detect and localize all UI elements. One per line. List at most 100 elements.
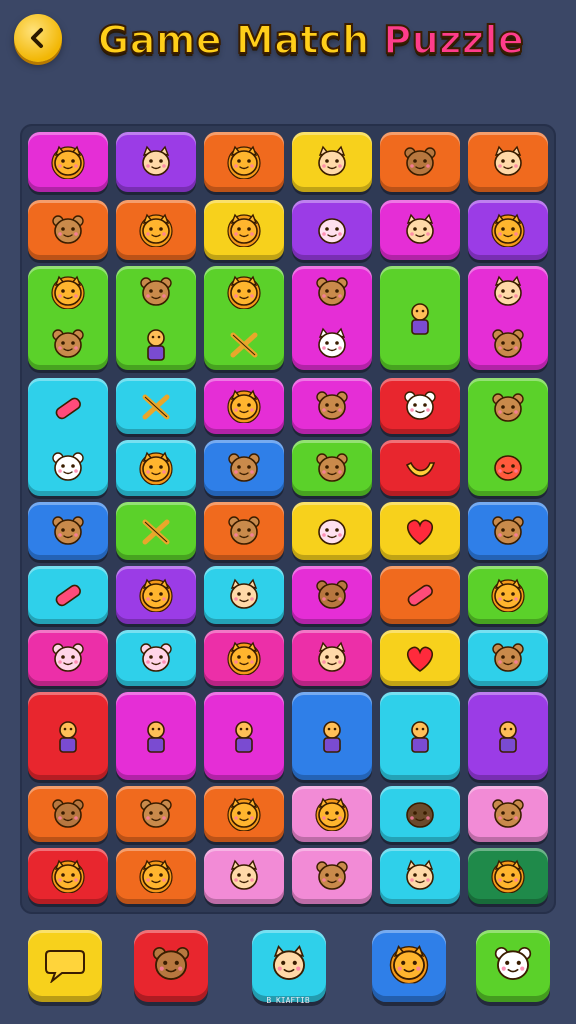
lion-icon — [489, 859, 527, 894]
heart-icon — [401, 641, 439, 675]
tile-r1-c5[interactable] — [468, 200, 548, 260]
tile-r6-c3[interactable] — [292, 566, 372, 624]
tile-r1-c3[interactable] — [292, 200, 372, 260]
tile-r5-c3[interactable] — [292, 502, 372, 560]
tile-r3-c3[interactable] — [292, 378, 372, 434]
chevron-left-icon — [31, 28, 43, 48]
tile-r5-c1[interactable] — [116, 502, 196, 560]
cat-icon — [489, 275, 527, 309]
dock-button-fish[interactable] — [252, 930, 326, 1002]
tile-r10-c2[interactable] — [204, 786, 284, 842]
dock-button-monkey[interactable] — [134, 930, 208, 1002]
tile-r10-c1[interactable] — [116, 786, 196, 842]
tile-r11-c5[interactable] — [468, 848, 548, 904]
tile-r3-c5[interactable] — [468, 378, 548, 496]
bear-icon — [313, 389, 351, 423]
tile-r0-c3[interactable] — [292, 132, 372, 192]
tile-r1-c0[interactable] — [28, 200, 108, 260]
bear-icon — [313, 275, 351, 309]
figure-icon — [401, 719, 439, 753]
tile-r2-c5[interactable] — [468, 266, 548, 370]
tile-r10-c4[interactable] — [380, 786, 460, 842]
tile-r4-c3[interactable] — [292, 440, 372, 496]
tile-r5-c4[interactable] — [380, 502, 460, 560]
coconut-icon — [401, 797, 439, 831]
page-title: Game Match Puzzle — [97, 12, 525, 68]
tile-r8-c5[interactable] — [468, 692, 548, 780]
tile-r11-c1[interactable] — [116, 848, 196, 904]
hippo-icon — [49, 641, 87, 675]
tile-r2-c4[interactable] — [380, 266, 460, 370]
tile-r3-c0[interactable] — [28, 378, 108, 496]
dock-button-bear[interactable] — [476, 930, 550, 1002]
tile-r11-c3[interactable] — [292, 848, 372, 904]
tile-r6-c2[interactable] — [204, 566, 284, 624]
tile-r4-c4[interactable] — [380, 440, 460, 496]
tile-r6-c0[interactable] — [28, 566, 108, 624]
tile-r6-c5[interactable] — [468, 566, 548, 624]
tile-r1-c2[interactable] — [204, 200, 284, 260]
dock-button-chat-bubble[interactable] — [28, 930, 102, 1002]
tile-r3-c1[interactable] — [116, 378, 196, 434]
tile-r5-c5[interactable] — [468, 502, 548, 560]
tile-r8-c0[interactable] — [28, 692, 108, 780]
tile-r4-c2[interactable] — [204, 440, 284, 496]
dock-button-lion[interactable] — [372, 930, 446, 1002]
candy-icon — [401, 578, 439, 612]
tile-r7-c3[interactable] — [292, 630, 372, 686]
tile-r1-c4[interactable] — [380, 200, 460, 260]
tile-r8-c4[interactable] — [380, 692, 460, 780]
tile-r7-c1[interactable] — [116, 630, 196, 686]
tile-r0-c1[interactable] — [116, 132, 196, 192]
tile-r0-c5[interactable] — [468, 132, 548, 192]
lion-icon — [49, 145, 87, 180]
tile-r8-c2[interactable] — [204, 692, 284, 780]
tile-r10-c0[interactable] — [28, 786, 108, 842]
heart-icon — [401, 514, 439, 548]
tile-r8-c3[interactable] — [292, 692, 372, 780]
tile-r3-c4[interactable] — [380, 378, 460, 434]
bear-icon — [313, 451, 351, 485]
tile-r2-c0[interactable] — [28, 266, 108, 370]
cat-icon — [313, 641, 351, 675]
banana-icon — [401, 451, 439, 485]
tile-r10-c5[interactable] — [468, 786, 548, 842]
lion-icon — [225, 213, 263, 248]
tile-r0-c0[interactable] — [28, 132, 108, 192]
lion-icon — [137, 859, 175, 894]
tile-r7-c4[interactable] — [380, 630, 460, 686]
tile-r6-c1[interactable] — [116, 566, 196, 624]
figure-icon — [489, 719, 527, 753]
panda-icon — [401, 389, 439, 423]
tile-r5-c2[interactable] — [204, 502, 284, 560]
back-button[interactable] — [14, 14, 62, 62]
tile-r0-c2[interactable] — [204, 132, 284, 192]
tile-r0-c4[interactable] — [380, 132, 460, 192]
tile-r11-c4[interactable] — [380, 848, 460, 904]
tile-r3-c2[interactable] — [204, 378, 284, 434]
tile-r7-c5[interactable] — [468, 630, 548, 686]
tile-r7-c0[interactable] — [28, 630, 108, 686]
tile-r1-c1[interactable] — [116, 200, 196, 260]
tile-r8-c1[interactable] — [116, 692, 196, 780]
bunny-icon — [313, 327, 351, 361]
tile-r2-c3[interactable] — [292, 266, 372, 370]
lion-icon — [137, 451, 175, 486]
cat-icon — [225, 859, 263, 893]
tile-r11-c0[interactable] — [28, 848, 108, 904]
tile-r11-c2[interactable] — [204, 848, 284, 904]
tile-r2-c2[interactable] — [204, 266, 284, 370]
tile-r2-c1[interactable] — [116, 266, 196, 370]
tile-r7-c2[interactable] — [204, 630, 284, 686]
tile-r4-c1[interactable] — [116, 440, 196, 496]
lion-icon — [225, 797, 263, 832]
bear-icon — [49, 213, 87, 247]
sticks-icon — [137, 389, 175, 423]
cat-icon — [137, 145, 175, 179]
candy-icon — [49, 578, 87, 612]
tile-r10-c3[interactable] — [292, 786, 372, 842]
bear-icon — [137, 797, 175, 831]
tile-r5-c0[interactable] — [28, 502, 108, 560]
figure-icon — [49, 719, 87, 753]
tile-r6-c4[interactable] — [380, 566, 460, 624]
